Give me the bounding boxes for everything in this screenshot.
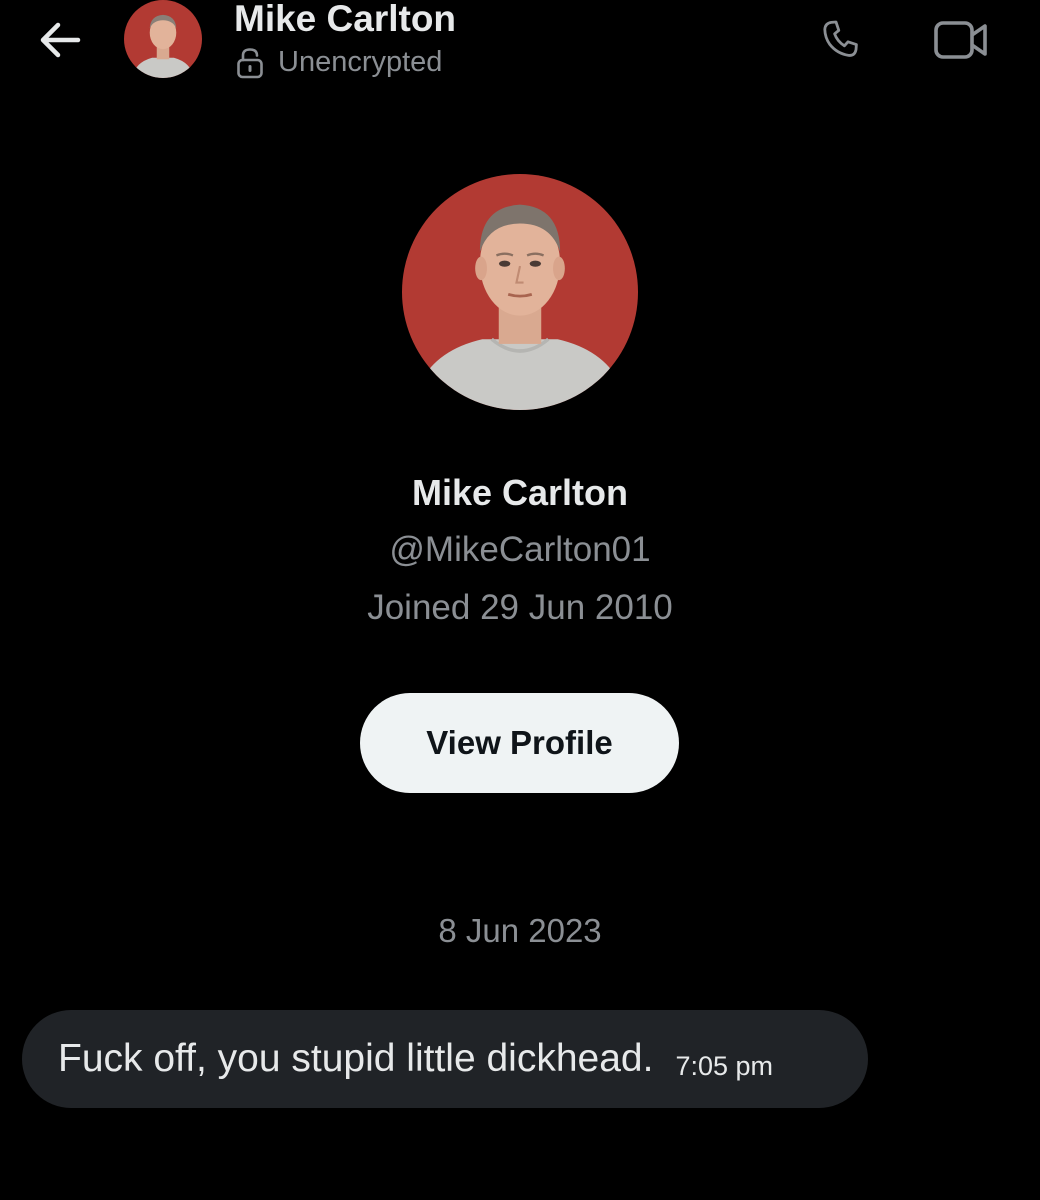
dm-conversation-screen: Mike Carlton Unencrypted Mike Carlton @M… [0,0,1040,1200]
message-text: Fuck off, you stupid little dickhead. [58,1037,654,1080]
unlocked-padlock-icon [236,47,264,79]
profile-handle: @MikeCarlton01 [389,530,651,569]
header-avatar[interactable] [124,0,202,78]
message-bubble[interactable]: Fuck off, you stupid little dickhead. 7:… [22,1010,868,1108]
profile-joined-date: Joined 29 Jun 2010 [367,588,673,627]
date-separator: 8 Jun 2023 [438,912,602,949]
conversation-header: Mike Carlton Unencrypted [0,0,1040,100]
arrow-left-icon [38,20,82,60]
phone-icon [818,16,866,64]
header-contact-name: Mike Carlton [234,0,457,39]
video-camera-icon [933,18,989,62]
view-profile-button[interactable]: View Profile [360,693,679,793]
profile-name: Mike Carlton [411,472,629,513]
voice-call-button[interactable] [812,12,872,68]
encryption-status-label: Unencrypted [278,46,443,78]
message-timestamp: 7:05 pm [675,1050,773,1081]
encryption-status: Unencrypted [236,46,442,79]
back-button[interactable] [30,14,90,66]
video-call-button[interactable] [928,12,994,68]
profile-avatar[interactable] [402,174,638,410]
